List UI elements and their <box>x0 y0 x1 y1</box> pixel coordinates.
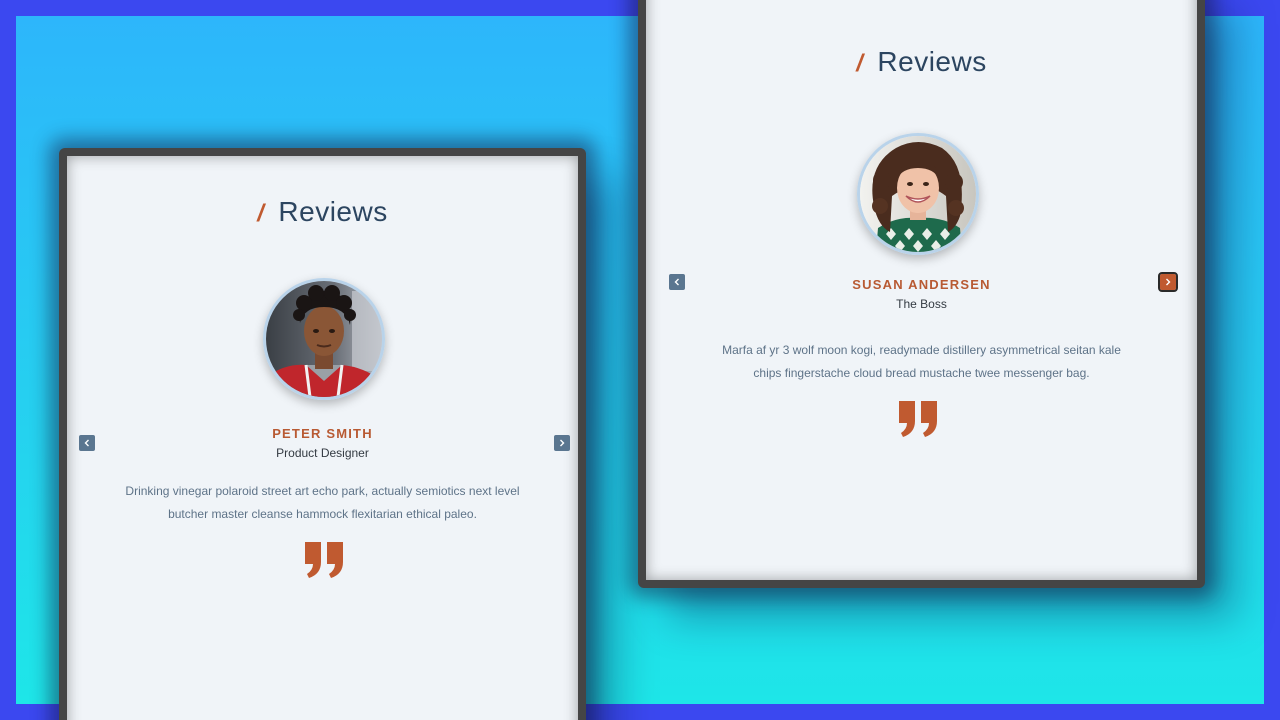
review-panel: / Reviews <box>67 156 578 720</box>
reviewer-avatar <box>857 133 979 255</box>
chevron-right-icon <box>1166 278 1171 286</box>
prev-button[interactable] <box>669 274 685 290</box>
review-text: Drinking vinegar polaroid street art ech… <box>67 480 578 526</box>
quote-icon <box>305 542 343 578</box>
next-button[interactable] <box>1158 272 1178 292</box>
reviewer-photo <box>860 136 976 252</box>
reviewer-name: PETER SMITH <box>272 426 373 441</box>
review-text-line: Marfa af yr 3 wolf moon kogi, readymade … <box>722 343 1121 357</box>
chevron-left-icon <box>84 439 89 447</box>
title-slash: / <box>257 200 265 227</box>
quote-icon <box>899 401 937 437</box>
title-text: Reviews <box>278 196 388 227</box>
review-card-left: / Reviews PETER SMITH Product Designer D… <box>59 148 586 720</box>
section-title: / Reviews <box>646 46 1197 78</box>
review-text: Marfa af yr 3 wolf moon kogi, readymade … <box>646 339 1197 385</box>
reviewer-role: The Boss <box>896 297 947 311</box>
review-text-line: butcher master cleanse hammock flexitari… <box>168 507 477 521</box>
review-panel: / Reviews <box>646 0 1197 580</box>
review-card-right: / Reviews SUSAN ANDERSEN The Boss Marfa … <box>638 0 1205 588</box>
reviewer-avatar <box>263 278 385 400</box>
reviewer-photo <box>266 281 382 397</box>
prev-button[interactable] <box>79 435 95 451</box>
review-text-line: Drinking vinegar polaroid street art ech… <box>125 484 520 498</box>
title-slash: / <box>856 50 864 77</box>
reviewer-role: Product Designer <box>276 446 369 460</box>
reviewer-name: SUSAN ANDERSEN <box>852 277 991 292</box>
chevron-left-icon <box>674 278 679 286</box>
chevron-right-icon <box>560 439 565 447</box>
review-text-line: chips fingerstache cloud bread mustache … <box>753 366 1090 380</box>
next-button[interactable] <box>554 435 570 451</box>
title-text: Reviews <box>877 46 987 77</box>
section-title: / Reviews <box>67 196 578 228</box>
